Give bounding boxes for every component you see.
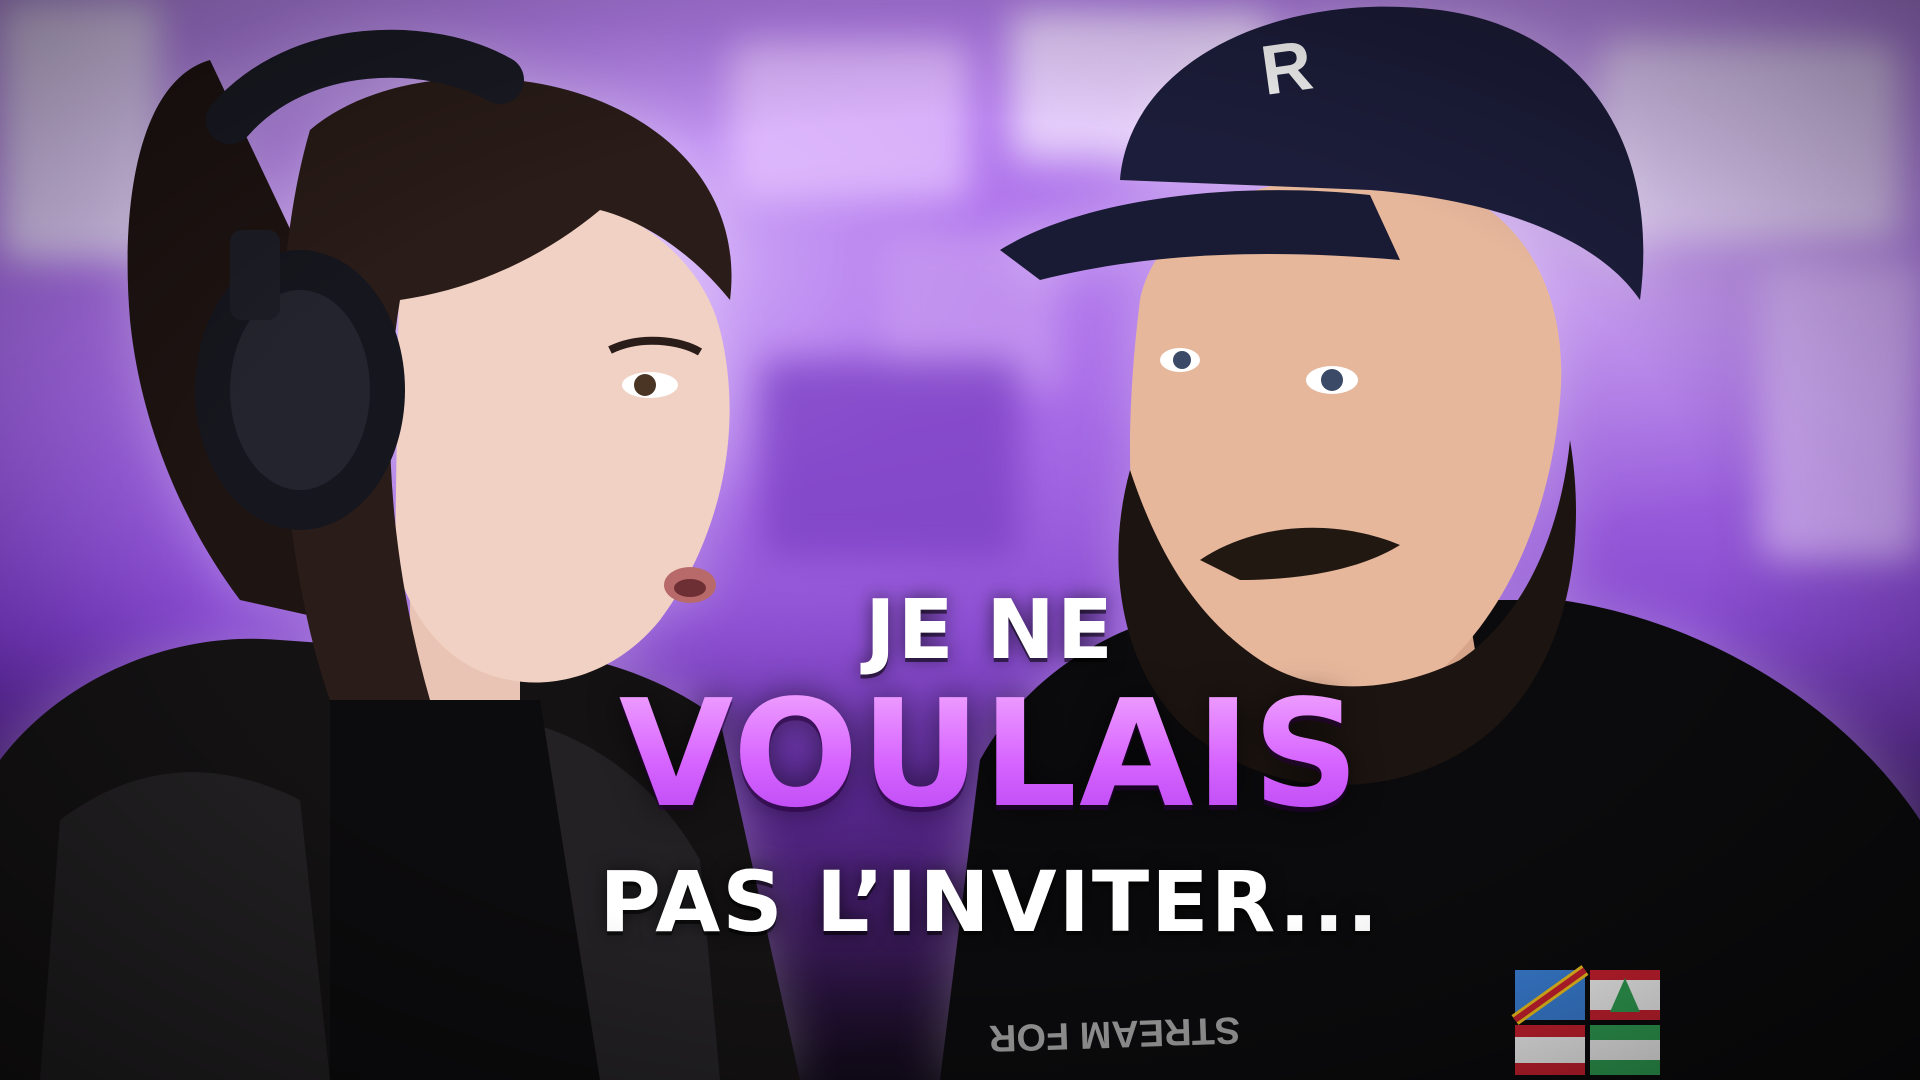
headline-line-3: PAS L’INVITER... xyxy=(599,853,1381,951)
headline: JE NE VOULAIS PAS L’INVITER... xyxy=(540,560,1440,1020)
headline-line-1: JE NE xyxy=(865,583,1115,678)
headline-line-2: VOULAIS xyxy=(540,680,1440,828)
cap-logo: R xyxy=(1256,26,1317,110)
thumbnail-canvas: R STREAM FOR JE NE VOULAIS PAS L’INVITER… xyxy=(0,0,1920,1080)
